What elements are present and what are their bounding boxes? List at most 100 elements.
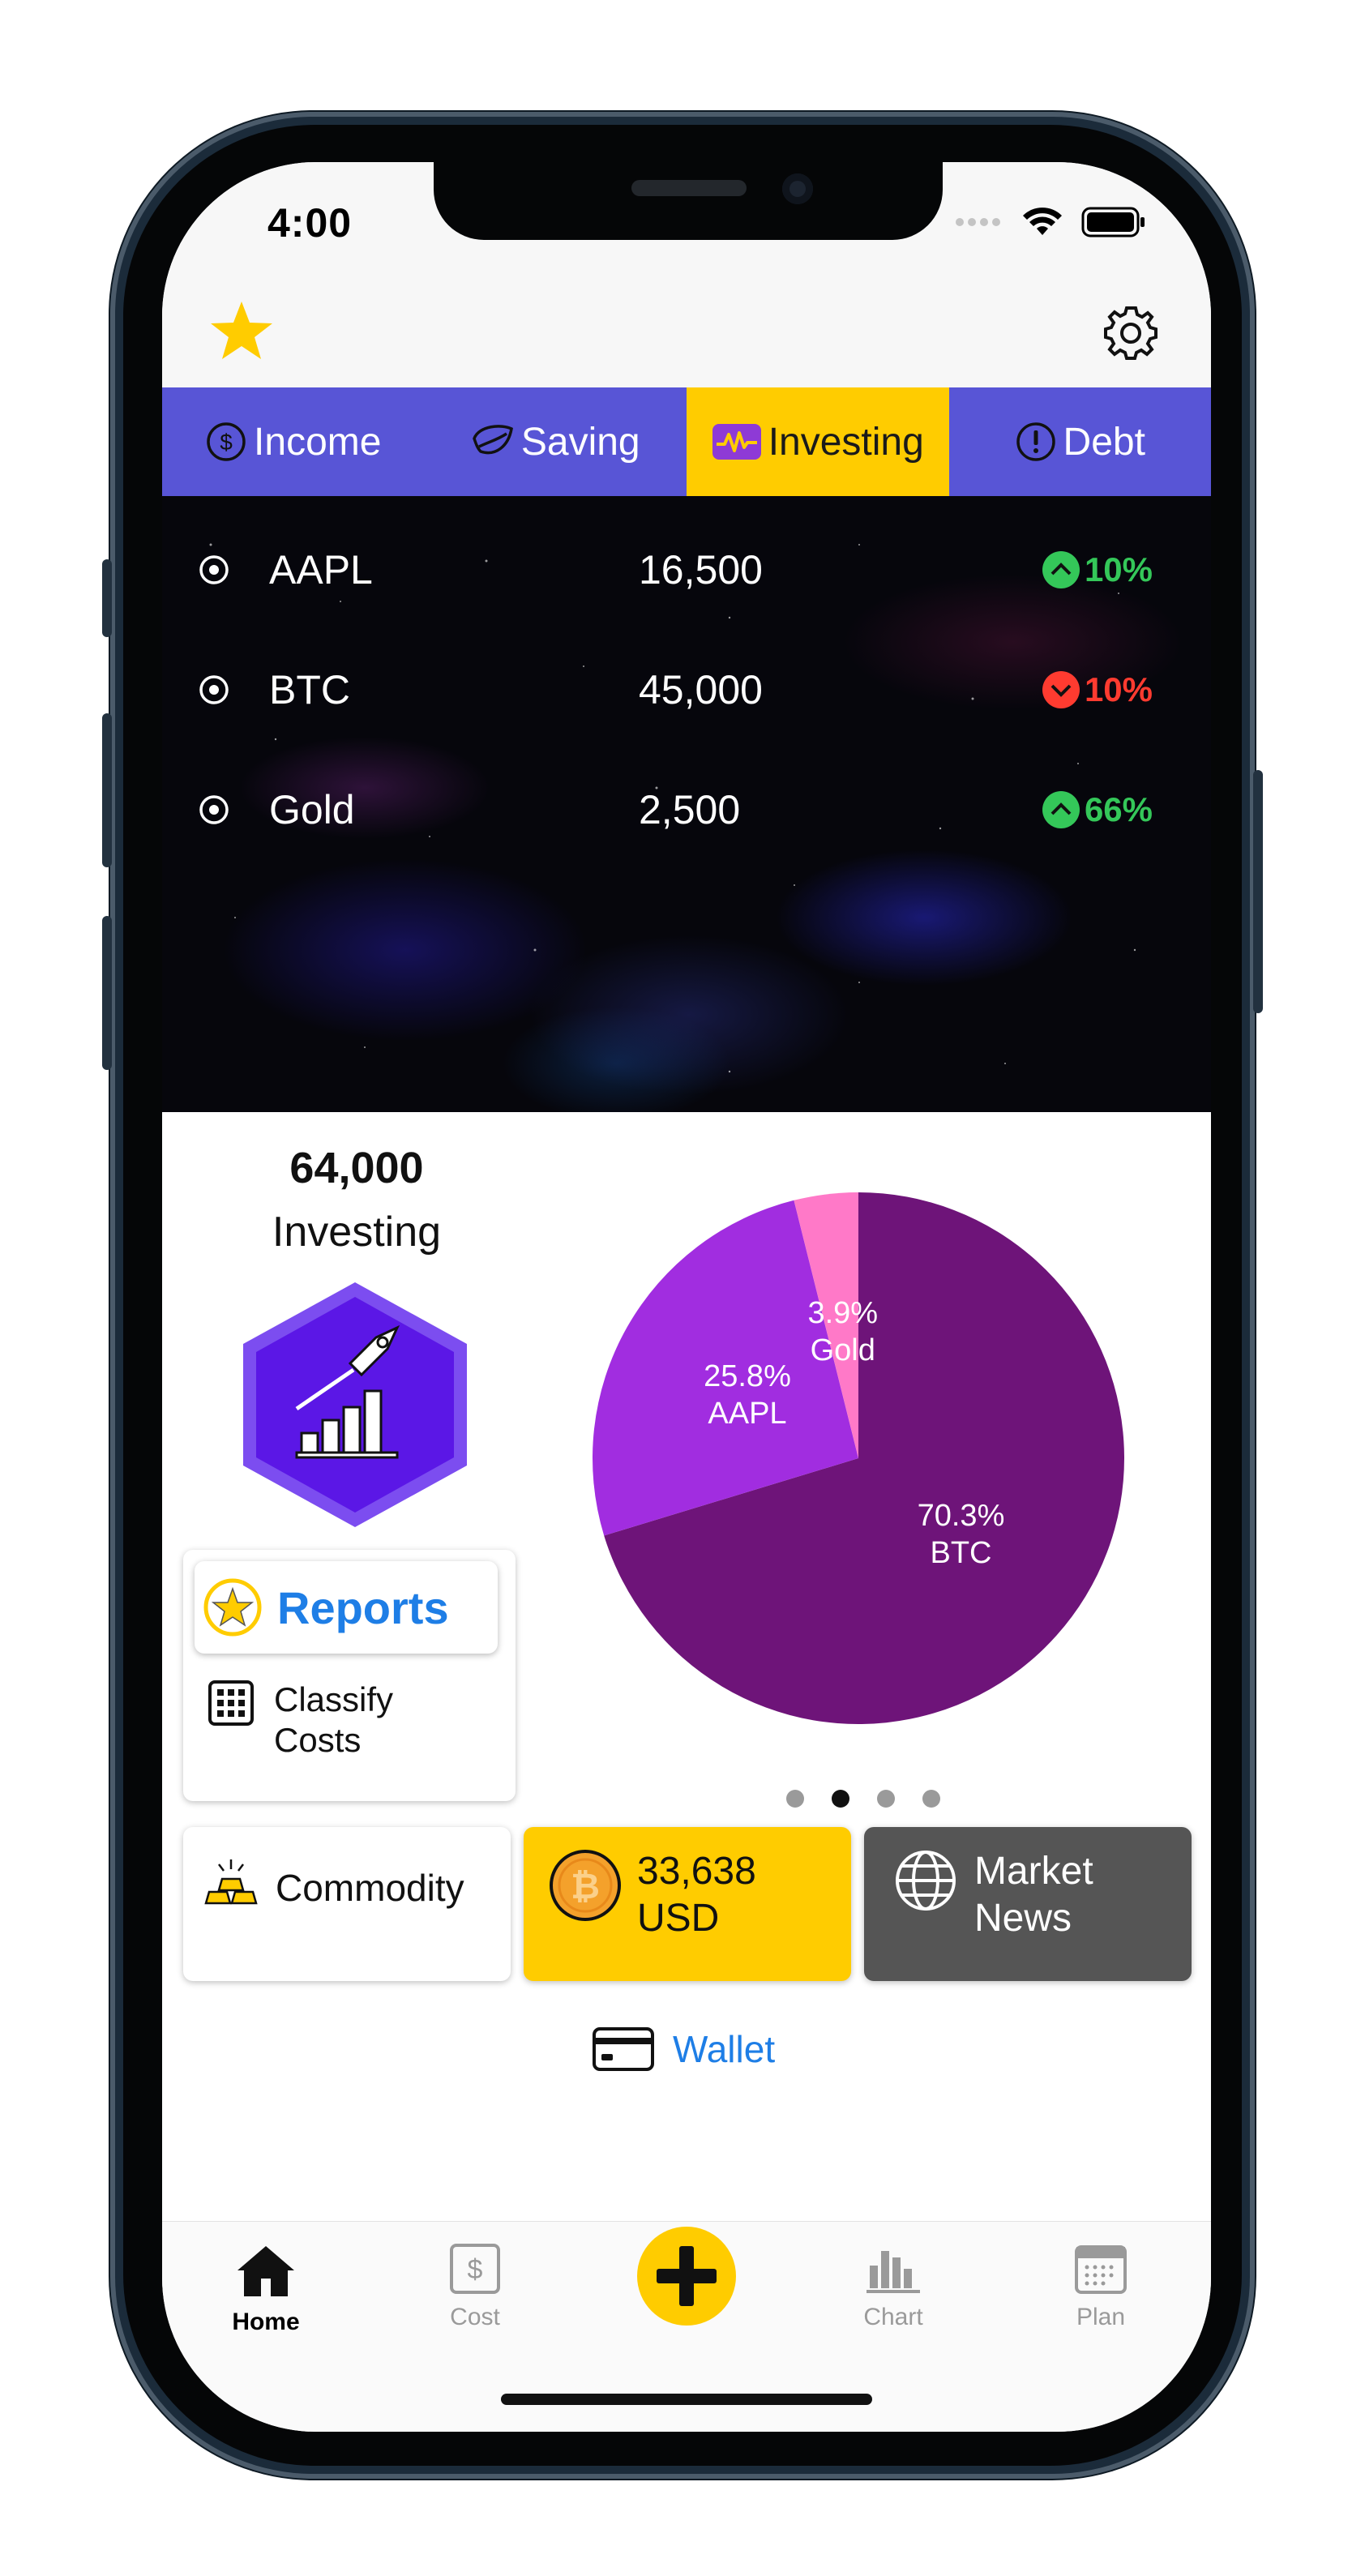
- asset-name: Gold: [269, 787, 355, 832]
- rocket-growth-icon: [243, 1282, 467, 1527]
- tab-cost[interactable]: $ Cost: [402, 2243, 548, 2331]
- header: [162, 284, 1211, 387]
- radio-icon[interactable]: [198, 674, 230, 706]
- tab-debt-label: Debt: [1063, 420, 1145, 464]
- radio-icon[interactable]: [198, 794, 230, 826]
- commodity-label: Commodity: [276, 1867, 464, 1909]
- market-news-label: Market News: [974, 1848, 1093, 1981]
- globe-icon: [896, 1851, 956, 1911]
- asset-value: 2,500: [639, 787, 741, 832]
- btc-balance-button[interactable]: ₿ 33,638 USD: [524, 1827, 851, 1981]
- list-item[interactable]: Gold 2,500 66%: [162, 765, 1211, 854]
- asset-change: 10%: [1041, 670, 1153, 710]
- classify-costs-label: Classify Costs: [274, 1680, 393, 1761]
- pie-svg: [593, 1192, 1124, 1724]
- asset-change: 10%: [1041, 550, 1153, 590]
- tab-debt[interactable]: Debt: [949, 387, 1212, 496]
- svg-text:$: $: [220, 430, 233, 455]
- classify-costs-button[interactable]: Classify Costs: [208, 1680, 393, 1761]
- category-tabs: $ Income Saving Investing Debt: [162, 387, 1211, 496]
- classify-line2: Costs: [274, 1721, 362, 1759]
- star-circle-icon: [203, 1578, 262, 1637]
- cellular-signal-icon: [956, 218, 1000, 226]
- bitcoin-icon: ₿: [550, 1850, 621, 1921]
- home-indicator: [501, 2394, 872, 2405]
- add-transaction-button[interactable]: [637, 2227, 736, 2326]
- bar-chart-icon: [866, 2251, 920, 2293]
- btc-balance-text: 33,638 USD: [637, 1848, 756, 1981]
- page-dot[interactable]: [877, 1790, 895, 1808]
- market-news-button[interactable]: Market News: [864, 1827, 1192, 1981]
- settings-gear-icon[interactable]: [1101, 303, 1161, 363]
- asset-change-value: 66%: [1084, 790, 1153, 828]
- asset-name: AAPL: [269, 547, 373, 593]
- asset-value: 16,500: [639, 547, 763, 593]
- pulse-icon: [712, 424, 761, 460]
- svg-text:₿: ₿: [571, 1867, 600, 1906]
- page-indicator[interactable]: [786, 1790, 940, 1808]
- market-news-line2: News: [974, 1897, 1072, 1940]
- pie-label-name: AAPL: [708, 1397, 787, 1431]
- tab-income-label: Income: [254, 420, 382, 464]
- commodity-button[interactable]: Commodity: [183, 1827, 511, 1981]
- credit-card-icon: [593, 2027, 654, 2071]
- market-news-line1: Market: [974, 1850, 1093, 1893]
- tab-home-label: Home: [232, 2309, 300, 2335]
- pie-label-name: Gold: [810, 1333, 875, 1367]
- screen: 4:00 $ Income Saving Investing Debt AAPL…: [162, 162, 1211, 2432]
- btc-currency: USD: [637, 1897, 720, 1940]
- page-dot-active[interactable]: [832, 1790, 849, 1808]
- silent-switch: [102, 559, 112, 637]
- investing-total: 64,000: [289, 1144, 424, 1192]
- gold-bars-icon: [204, 1859, 258, 1905]
- btc-amount: 33,638: [637, 1850, 756, 1893]
- battery-icon: [1081, 207, 1145, 237]
- asset-change-value: 10%: [1084, 670, 1153, 708]
- reports-label: Reports: [277, 1581, 449, 1633]
- allocation-pie-chart: 70.3% BTC 25.8% AAPL 3.9% Gold: [587, 1187, 1130, 1730]
- status-time: 4:00: [267, 200, 353, 246]
- radio-icon[interactable]: [198, 554, 230, 586]
- classify-line1: Classify: [274, 1680, 394, 1718]
- tab-investing[interactable]: Investing: [687, 387, 949, 496]
- exclamation-circle-icon: [1016, 422, 1055, 461]
- pie-label-percent: 70.3%: [917, 1498, 1005, 1533]
- pie-label-btc: 70.3% BTC: [918, 1497, 1005, 1572]
- arrow-down-circle-icon: [1042, 671, 1080, 708]
- list-item[interactable]: AAPL 16,500 10%: [162, 525, 1211, 614]
- asset-change-value: 10%: [1084, 550, 1153, 588]
- status-icons: [955, 206, 1146, 238]
- arrow-up-circle-icon: [1042, 551, 1080, 588]
- wallet-link[interactable]: Wallet: [592, 2026, 775, 2072]
- reports-button[interactable]: Reports: [195, 1561, 498, 1654]
- plus-icon: [657, 2246, 717, 2306]
- volume-down-button: [102, 916, 112, 1070]
- investment-list: AAPL 16,500 10% BTC 45,000 10% Gold 2,50…: [162, 496, 1211, 1112]
- tab-home[interactable]: Home: [193, 2243, 339, 2336]
- list-item[interactable]: BTC 45,000 10%: [162, 645, 1211, 734]
- front-camera: [782, 173, 813, 204]
- dollar-circle-icon: $: [207, 422, 246, 461]
- asset-name: BTC: [269, 667, 350, 712]
- pie-label-aapl: 25.8% AAPL: [704, 1358, 791, 1432]
- tab-plan-label: Plan: [1076, 2304, 1126, 2330]
- tab-plan[interactable]: Plan: [1028, 2243, 1174, 2331]
- svg-text:$: $: [468, 2254, 483, 2285]
- pie-label-name: BTC: [930, 1535, 992, 1570]
- speaker: [631, 180, 747, 196]
- page-dot[interactable]: [922, 1790, 940, 1808]
- favorite-star-icon[interactable]: [209, 298, 274, 363]
- tab-investing-label: Investing: [768, 420, 924, 464]
- tab-saving-label: Saving: [520, 420, 640, 464]
- tab-chart-label: Chart: [863, 2304, 923, 2330]
- tab-saving[interactable]: Saving: [425, 387, 687, 496]
- pie-label-percent: 25.8%: [704, 1359, 791, 1394]
- page-dot[interactable]: [786, 1790, 804, 1808]
- pie-label-percent: 3.9%: [807, 1295, 879, 1330]
- investing-label: Investing: [272, 1209, 442, 1256]
- arrow-up-circle-icon: [1042, 791, 1080, 828]
- tab-income[interactable]: $ Income: [162, 387, 425, 496]
- tab-cost-label: Cost: [450, 2304, 500, 2330]
- bottom-tab-bar: Home $ Cost Chart Plan: [162, 2221, 1211, 2432]
- tab-chart[interactable]: Chart: [820, 2243, 966, 2331]
